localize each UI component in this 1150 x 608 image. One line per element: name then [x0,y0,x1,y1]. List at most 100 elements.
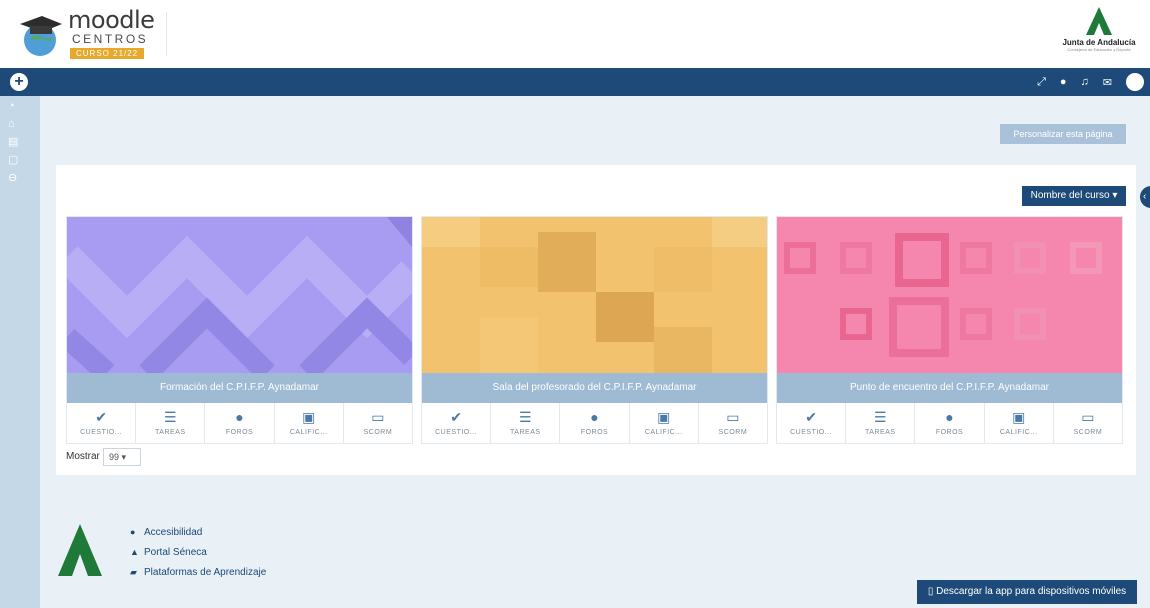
course-card[interactable]: Sala del profesorado del C.P.I.F.P. Ayna… [421,216,768,444]
logo-subtitle: CENTROS [72,32,149,46]
module-label: CALIFIC... [644,429,683,436]
module-label: CUESTIO... [80,429,123,436]
course-pattern-2 [422,217,767,373]
module-label: FOROS [580,429,609,436]
moodle-centros-logo[interactable]: moodle CENTROS CURSO 21/22 [12,6,182,62]
book-icon: ▰ [130,566,137,577]
course-modules: ✔ CUESTIO... ☰ TAREAS ● FOROS ▣ CALIFIC... ▭… [67,403,412,443]
navbar-icons: ⤢ ● ♫ ✉ [1037,68,1144,96]
tasks-icon: ☰ [874,409,887,425]
module-label: TAREAS [510,429,541,436]
sort-dropdown-button[interactable]: Nombre del curso ▾ [1022,186,1126,206]
footer-link-accessibility[interactable]: ● Accesibilidad [130,522,266,542]
module-label: TAREAS [155,429,186,436]
show-label: Mostrar [66,451,100,462]
course-card-image[interactable] [777,217,1122,373]
info-icon: ● [130,527,136,537]
copy-icon: ▣ [302,409,316,425]
show-count-select[interactable]: 99 ▾ [103,448,141,466]
logo-badge: CURSO 21/22 [70,48,145,59]
dashboard-icon[interactable]: ◔ [0,98,40,114]
chat-icon: ● [945,409,954,425]
module-forum[interactable]: ● FOROS [560,403,630,443]
left-sidebar: ◔ ⌂ ▤ ▢ ⊖ [0,96,40,608]
monitor-icon: ▭ [726,409,740,425]
chat-icon: ● [590,409,599,425]
top-header: moodle CENTROS CURSO 21/22 Junta de Anda… [0,0,1150,68]
module-label: CALIFIC... [999,429,1038,436]
course-modules: ✔ CUESTIO... ☰ TAREAS ● FOROS ▣ CALIFIC... ▭… [777,403,1122,443]
check-circle-icon: ✔ [805,409,817,425]
copy-icon: ▣ [657,409,671,425]
files-icon[interactable]: ▢ [0,152,40,168]
graduation-cap-icon [20,16,62,56]
module-label: TAREAS [865,429,896,436]
junta-a-icon [1086,7,1112,35]
module-label: CUESTIO... [435,429,478,436]
module-grades[interactable]: ▣ CALIFIC... [275,403,344,443]
download-app-button[interactable]: ▯ Descargar la app para dispositivos móv… [917,580,1137,604]
tasks-icon: ☰ [519,409,532,425]
course-card[interactable]: Formación del C.P.I.F.P. Aynadamar ✔ CUES… [66,216,413,444]
main-navbar: + ⤢ ● ♫ ✉ [0,68,1150,96]
check-circle-icon: ✔ [95,409,107,425]
check-circle-icon: ✔ [450,409,462,425]
bell-icon[interactable]: ♫ [1081,76,1089,88]
monitor-icon: ▭ [1081,409,1095,425]
module-scorm[interactable]: ▭ SCORM [344,403,412,443]
mobile-icon: ▯ [927,586,937,597]
graduation-icon: ▲ [130,547,139,557]
course-card-image[interactable] [422,217,767,373]
module-label: SCORM [718,429,748,436]
footer-link-label: Portal Séneca [144,546,207,558]
footer-link-seneca[interactable]: ▲ Portal Séneca [130,542,266,562]
footer-link-label: Plataformas de Aprendizaje [144,566,267,578]
plus-icon[interactable]: + [10,73,28,91]
module-assign[interactable]: ☰ TAREAS [846,403,916,443]
course-title[interactable]: Formación del C.P.I.F.P. Aynadamar [67,373,412,403]
module-quiz[interactable]: ✔ CUESTIO... [422,403,492,443]
footer-link-label: Accesibilidad [144,526,203,538]
module-grades[interactable]: ▣ CALIFIC... [630,403,699,443]
copy-icon: ▣ [1012,409,1026,425]
home-icon[interactable]: ⌂ [0,116,40,132]
module-quiz[interactable]: ✔ CUESTIO... [67,403,137,443]
envelope-icon[interactable]: ✉ [1103,76,1112,89]
course-modules: ✔ CUESTIO... ☰ TAREAS ● FOROS ▣ CALIFIC... ▭… [422,403,767,443]
module-assign[interactable]: ☰ TAREAS [491,403,561,443]
calendar-icon[interactable]: ▤ [0,134,40,150]
module-forum[interactable]: ● FOROS [915,403,985,443]
module-scorm[interactable]: ▭ SCORM [699,403,767,443]
tasks-icon: ☰ [164,409,177,425]
course-card-image[interactable] [67,217,412,373]
monitor-icon: ▭ [371,409,385,425]
help-icon[interactable]: ● [1060,76,1067,88]
courses-icon[interactable]: ⊖ [0,170,40,186]
course-title[interactable]: Punto de encuentro del C.P.I.F.P. Aynada… [777,373,1122,403]
junta-logo[interactable]: Junta de Andalucía Consejería de Educaci… [1054,6,1144,62]
module-grades[interactable]: ▣ CALIFIC... [985,403,1054,443]
footer-link-platforms[interactable]: ▰ Plataformas de Aprendizaje [130,562,266,582]
chat-icon: ● [235,409,244,425]
module-label: FOROS [935,429,964,436]
module-label: SCORM [363,429,393,436]
expand-icon[interactable]: ⤢ [1037,76,1046,89]
module-assign[interactable]: ☰ TAREAS [136,403,206,443]
course-pattern-3 [777,217,1122,373]
logo-word: moodle [68,6,155,34]
module-forum[interactable]: ● FOROS [205,403,275,443]
avatar[interactable] [1126,73,1144,91]
footer-links: ● Accesibilidad ▲ Portal Séneca ▰ Plataform… [130,522,266,582]
header-divider [166,12,167,56]
module-label: CUESTIO... [790,429,833,436]
course-card[interactable]: Punto de encuentro del C.P.I.F.P. Aynada… [776,216,1123,444]
module-label: CALIFIC... [289,429,328,436]
course-title[interactable]: Sala del profesorado del C.P.I.F.P. Ayna… [422,373,767,403]
customize-page-button[interactable]: Personalizar esta página [1000,124,1126,144]
module-scorm[interactable]: ▭ SCORM [1054,403,1122,443]
junta-title: Junta de Andalucía [1062,38,1136,47]
download-app-label: Descargar la app para dispositivos móvil… [936,586,1127,597]
module-quiz[interactable]: ✔ CUESTIO... [777,403,847,443]
course-pattern-1 [67,217,412,373]
junta-footer-logo [58,524,102,576]
